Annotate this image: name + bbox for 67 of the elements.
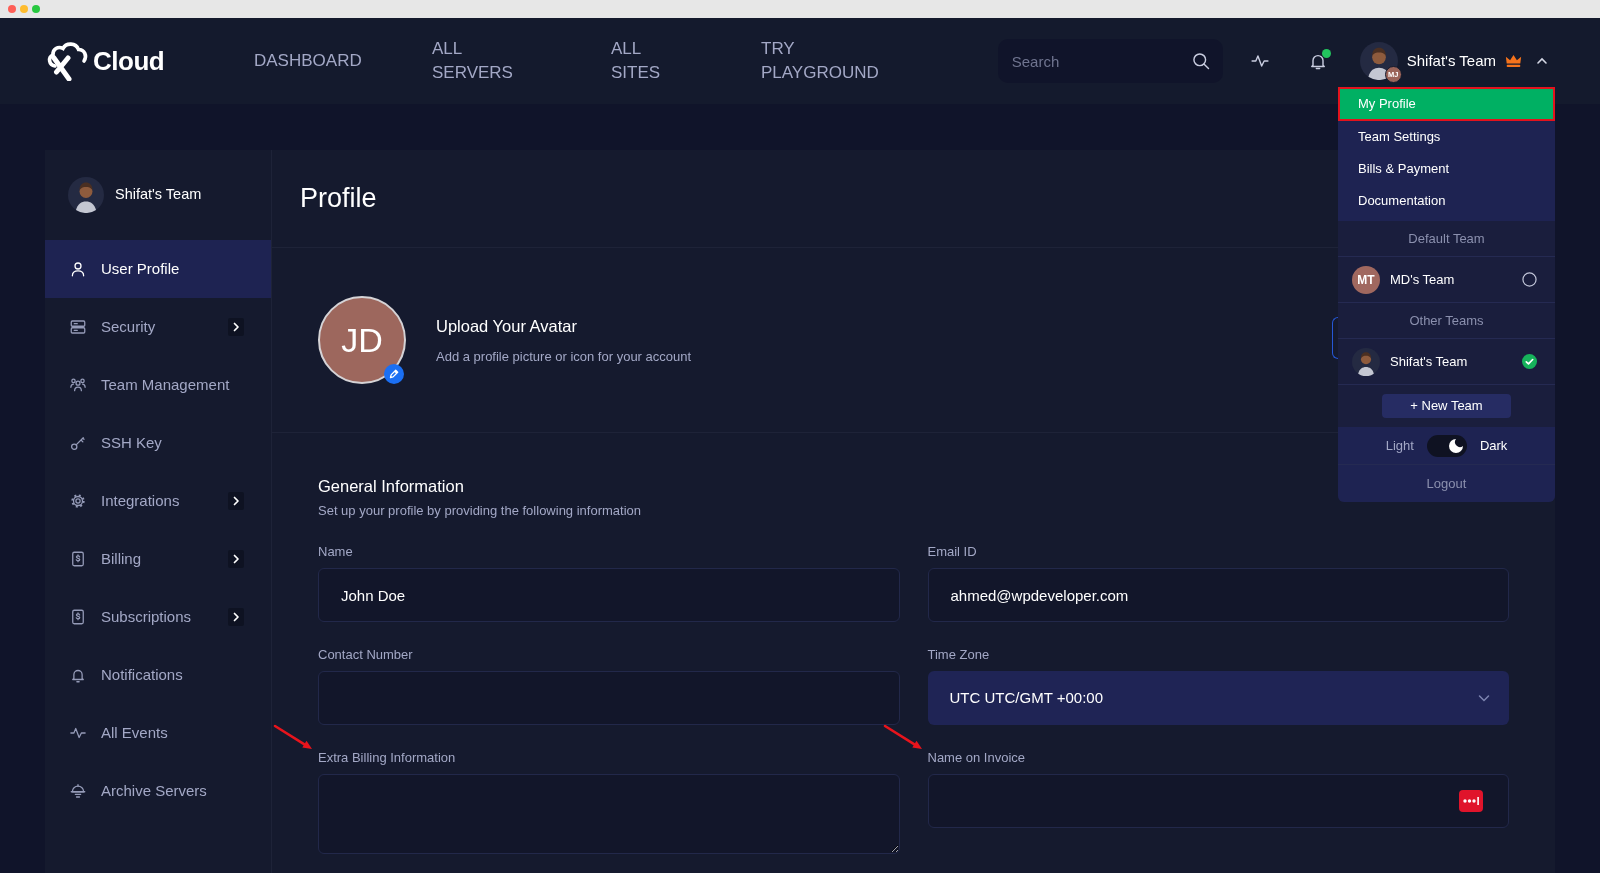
field-label: Time Zone <box>927 647 990 663</box>
sidebar-item[interactable]: Team Management <box>45 356 271 414</box>
people-icon <box>69 376 87 394</box>
field-label: Contact Number <box>318 647 413 663</box>
field-label: Name <box>318 544 353 560</box>
search-icon[interactable] <box>1190 51 1211 71</box>
user-icon <box>69 260 87 278</box>
search-field[interactable]: Search <box>997 39 1223 83</box>
field-label: Email ID <box>927 544 977 560</box>
nav-link[interactable]: TRY PLAYGROUND <box>761 37 879 85</box>
text-field[interactable] <box>927 774 1509 828</box>
section-subtitle: Set up your profile by providing the following information <box>318 503 641 519</box>
receipt-icon <box>69 550 87 568</box>
avatar-silhouette <box>68 177 104 213</box>
text-field[interactable]: ahmed@wpdeveloper.com <box>927 568 1509 622</box>
gear-icon <box>69 492 87 510</box>
avatar-silhouette <box>1352 347 1380 376</box>
initials-avatar: MT <box>1352 265 1380 294</box>
text-field[interactable] <box>318 671 900 725</box>
sidebar-item[interactable]: Billing <box>45 530 271 588</box>
avatar-silhouette <box>1359 42 1398 80</box>
menu-item[interactable]: Team Settings <box>1338 121 1555 153</box>
radio-icon[interactable] <box>1522 272 1537 287</box>
team-name[interactable]: Shifat's Team <box>1390 351 1512 372</box>
dots-icon[interactable] <box>1459 790 1483 812</box>
select-field[interactable]: UTC UTC/GMT +00:00 <box>927 671 1509 725</box>
section-title: General Information <box>318 476 464 497</box>
theme-label: Light <box>1385 436 1414 455</box>
section-heading: Default Team <box>1338 221 1555 257</box>
chevron-up-icon[interactable] <box>1536 55 1548 67</box>
sidebar-item[interactable]: Security <box>45 298 271 356</box>
theme-switch[interactable] <box>1426 434 1467 457</box>
field-label: Name on Invoice <box>927 750 1026 766</box>
pencil-icon[interactable] <box>384 364 404 384</box>
dome-icon <box>69 782 87 800</box>
menu-item[interactable]: Bills & Payment <box>1338 153 1555 185</box>
team-name: Shifat's Team <box>115 185 202 205</box>
new-team-button[interactable]: + New Team <box>1382 394 1511 418</box>
sidebar-item[interactable]: SSH Key <box>45 414 271 472</box>
avatar-initials: JD <box>318 296 406 384</box>
sidebar-item[interactable]: Integrations <box>45 472 271 530</box>
moon-icon <box>1447 437 1464 454</box>
section-heading: Other Teams <box>1338 303 1555 339</box>
logo-text: Cloud <box>93 44 165 78</box>
sidebar-item[interactable]: Archive Servers <box>45 762 271 820</box>
field-label: Extra Billing Information <box>318 750 456 766</box>
logo-icon[interactable] <box>45 41 89 81</box>
receipt-icon <box>69 608 87 626</box>
menu-item[interactable]: Documentation <box>1338 185 1555 217</box>
logout-link[interactable]: Logout <box>1338 465 1555 502</box>
sidebar-item[interactable]: Notifications <box>45 646 271 704</box>
theme-label: Dark <box>1479 436 1508 455</box>
upload-title: Upload Your Avatar <box>436 315 578 337</box>
sidebar-item[interactable]: Subscriptions <box>45 588 271 646</box>
nav-link[interactable]: ALL SERVERS <box>432 37 513 85</box>
crown-icon <box>1505 54 1522 68</box>
check-icon[interactable] <box>1522 354 1537 369</box>
sidebar-item[interactable]: All Events <box>45 704 271 762</box>
team-name[interactable]: MD's Team <box>1390 269 1512 290</box>
text-field[interactable]: John Doe <box>318 568 900 622</box>
team-name[interactable]: Shifat's Team <box>1406 49 1496 73</box>
nav-link[interactable]: DASHBOARD <box>254 49 362 73</box>
sidebar-item[interactable]: User Profile <box>45 240 271 298</box>
key-icon <box>69 434 87 452</box>
nav-link[interactable]: ALL SITES <box>611 37 661 85</box>
upload-subtitle: Add a profile picture or icon for your account <box>436 347 692 366</box>
server-icon <box>69 318 87 336</box>
